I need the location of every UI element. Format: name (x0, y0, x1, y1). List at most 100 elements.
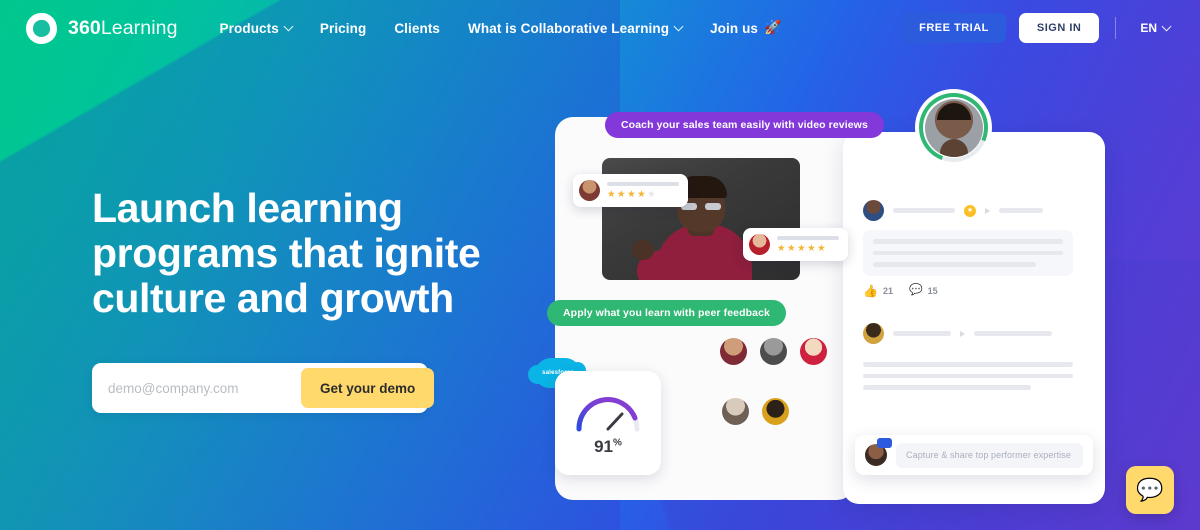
star-icon: ★ (797, 242, 806, 254)
gauge-icon (576, 396, 640, 431)
nav-link-join-us[interactable]: Join us 🚀 (696, 14, 796, 43)
avatar (722, 398, 749, 425)
brand-logo[interactable]: 360Learning (26, 12, 178, 44)
language-selector[interactable]: EN (1132, 15, 1178, 41)
avatar (865, 438, 892, 466)
chevron-right-icon (985, 207, 990, 214)
review-card-2: ★ ★ ★ ★ ★ (743, 228, 848, 261)
placeholder-line (999, 208, 1043, 213)
avatar (579, 180, 600, 201)
free-trial-button[interactable]: FREE TRIAL (902, 13, 1006, 43)
nav-link-products[interactable]: Products (206, 15, 306, 42)
product-illustration: Coach your sales team easily with video … (525, 80, 1145, 530)
placeholder-line (873, 250, 1063, 255)
avatar-group-top (720, 338, 827, 365)
avatar (720, 338, 747, 365)
comment-actions: 👍 21 💬 15 (863, 285, 1073, 297)
brand-name-bold: 360 (68, 16, 101, 39)
nav-divider (1115, 17, 1117, 39)
nav-link-join-us-label: Join us (710, 20, 759, 36)
star-icon: ★ (617, 188, 626, 200)
nav-link-products-label: Products (219, 20, 279, 36)
placeholder-line (873, 262, 1037, 267)
demo-request-form: Get your demo (92, 363, 435, 413)
chevron-down-icon (1161, 21, 1172, 31)
review-content: ★ ★ ★ ★ ★ (607, 181, 679, 200)
comment-header (863, 323, 1073, 344)
star-icon: ★ (627, 188, 636, 200)
placeholder-line (974, 331, 1052, 336)
star-icon: ★ (637, 188, 646, 200)
person-glasses (681, 203, 721, 210)
comment-bubble-icon: 💬 (908, 284, 923, 296)
avatar (924, 98, 983, 157)
compose-bar: Capture & share top performer expertise (855, 435, 1093, 475)
hero-content: Launch learning programs that ignite cul… (92, 186, 562, 413)
review-card-1: ★ ★ ★ ★ ★ (573, 174, 688, 207)
avatar-group-bottom (722, 398, 789, 425)
comment-header: ★ (863, 200, 1073, 221)
star-icon: ★ (807, 242, 816, 254)
nav-links: Products Pricing Clients What is Collabo… (206, 14, 796, 43)
reply-count: 15 (927, 285, 938, 296)
placeholder-line (777, 235, 839, 240)
avatar (863, 323, 884, 344)
profile-avatar-with-progress-ring[interactable] (915, 89, 992, 166)
placeholder-line (607, 181, 679, 186)
sign-in-button[interactable]: SIGN IN (1018, 13, 1100, 43)
rocket-icon: 🚀 (764, 18, 782, 35)
feed-comment-1: ★ 👍 21 💬 15 (863, 200, 1073, 297)
pill-video-reviews: Coach your sales team easily with video … (605, 112, 884, 138)
brand-name: 360Learning (68, 17, 178, 40)
star-rating: ★ ★ ★ ★ ★ (777, 244, 839, 254)
chevron-down-icon (283, 21, 294, 31)
chat-widget-button[interactable]: 💬 (1126, 466, 1174, 514)
brand-name-light: Learning (100, 16, 178, 39)
star-icon-empty: ★ (647, 188, 656, 200)
gauge-unit: % (613, 436, 622, 448)
person-hand (632, 240, 654, 260)
placeholder-line (893, 331, 951, 336)
nav-link-clients-label: Clients (394, 20, 441, 36)
email-input[interactable] (92, 380, 301, 396)
get-demo-button[interactable]: Get your demo (301, 368, 435, 408)
language-label: EN (1140, 21, 1157, 35)
gauge-number: 91 (594, 436, 613, 456)
comment-body (863, 353, 1073, 390)
placeholder-line (863, 373, 1073, 378)
main-navigation: 360Learning Products Pricing Clients Wha… (0, 0, 1200, 56)
avatar (749, 234, 770, 255)
nav-link-what-is-collaborative-learning[interactable]: What is Collaborative Learning (454, 15, 696, 42)
avatar (762, 398, 789, 425)
feed-comment-2 (863, 323, 1073, 390)
hero-page: 360Learning Products Pricing Clients Wha… (0, 0, 1200, 530)
nav-link-pricing-label: Pricing (319, 20, 367, 36)
star-badge-icon: ★ (964, 204, 976, 217)
360learning-circle-logo-icon (26, 12, 57, 44)
star-icon: ★ (607, 188, 616, 200)
avatar (760, 338, 787, 365)
star-rating: ★ ★ ★ ★ ★ (607, 190, 679, 200)
completion-gauge-card: 91% (555, 371, 661, 475)
comment-body (863, 230, 1073, 276)
avatar (863, 200, 884, 221)
placeholder-line (863, 362, 1073, 367)
star-icon: ★ (817, 242, 826, 254)
nav-link-clients[interactable]: Clients (380, 15, 454, 42)
compose-input[interactable]: Capture & share top performer expertise (896, 442, 1083, 468)
chevron-down-icon (673, 21, 684, 31)
review-content: ★ ★ ★ ★ ★ (777, 235, 839, 254)
placeholder-line (893, 208, 955, 213)
star-icon: ★ (777, 242, 786, 254)
nav-link-pricing[interactable]: Pricing (306, 15, 380, 42)
like-action[interactable]: 👍 21 (863, 285, 893, 297)
pill-peer-feedback: Apply what you learn with peer feedback (547, 300, 786, 326)
placeholder-line (873, 239, 1063, 244)
placeholder-line (863, 385, 1031, 390)
like-count: 21 (882, 285, 893, 296)
gauge-value: 91% (594, 437, 622, 457)
thumbs-up-icon: 👍 (863, 283, 878, 298)
nav-link-collaborative-label: What is Collaborative Learning (468, 20, 670, 36)
reply-action[interactable]: 💬 15 (909, 285, 938, 296)
speech-bubble-icon: 💬 (1136, 477, 1164, 502)
